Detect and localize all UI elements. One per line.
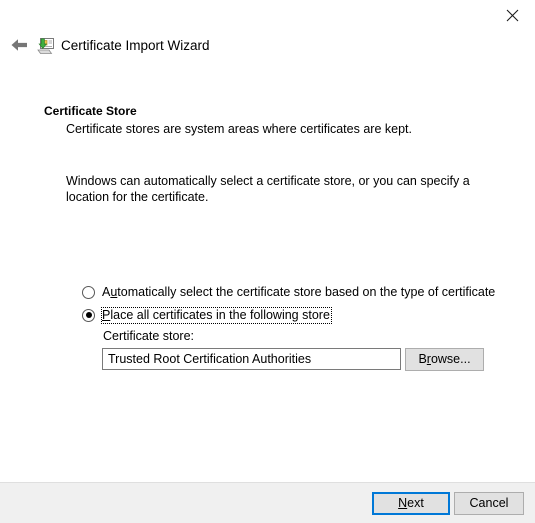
radio-auto-select-store-mark [82,285,95,299]
next-button[interactable]: Next [372,492,450,515]
next-label-accel: N [398,496,408,510]
radio-auto-select-store[interactable]: Automatically select the certificate sto… [82,283,497,301]
browse-label-post: owse... [430,352,471,366]
dialog-footer: Next Cancel [0,482,535,523]
radio-auto-select-store-label: Automatically select the certificate sto… [101,284,497,301]
window-titlebar: Certificate Import Wizard [0,0,535,70]
radio-auto-label-post: tomatically select the certificate store… [117,284,496,299]
certificate-wizard-icon [36,36,56,56]
wizard-page-body: Certificate Store Certificate stores are… [0,70,535,482]
certificate-store-input[interactable] [102,348,401,370]
next-label-post: ext [407,496,424,510]
certificate-store-label: Certificate store: [103,329,195,343]
radio-place-in-store-label: Place all certificates in the following … [101,306,332,324]
close-icon [506,9,519,22]
radio-place-label-post: lace all certificates in the following s… [110,307,330,322]
browse-label-pre: B [418,352,427,366]
page-heading: Certificate Store [44,104,137,118]
cancel-button[interactable]: Cancel [454,492,524,515]
page-subheading: Certificate stores are system areas wher… [66,122,412,136]
radio-place-in-store[interactable]: Place all certificates in the following … [82,306,332,324]
browse-button[interactable]: Browse... [405,348,484,371]
back-button[interactable] [6,33,32,59]
back-arrow-icon [9,37,29,56]
close-button[interactable] [489,0,535,30]
radio-place-in-store-mark [82,308,95,322]
window-title: Certificate Import Wizard [61,38,210,53]
intro-text: Windows can automatically select a certi… [66,174,470,204]
